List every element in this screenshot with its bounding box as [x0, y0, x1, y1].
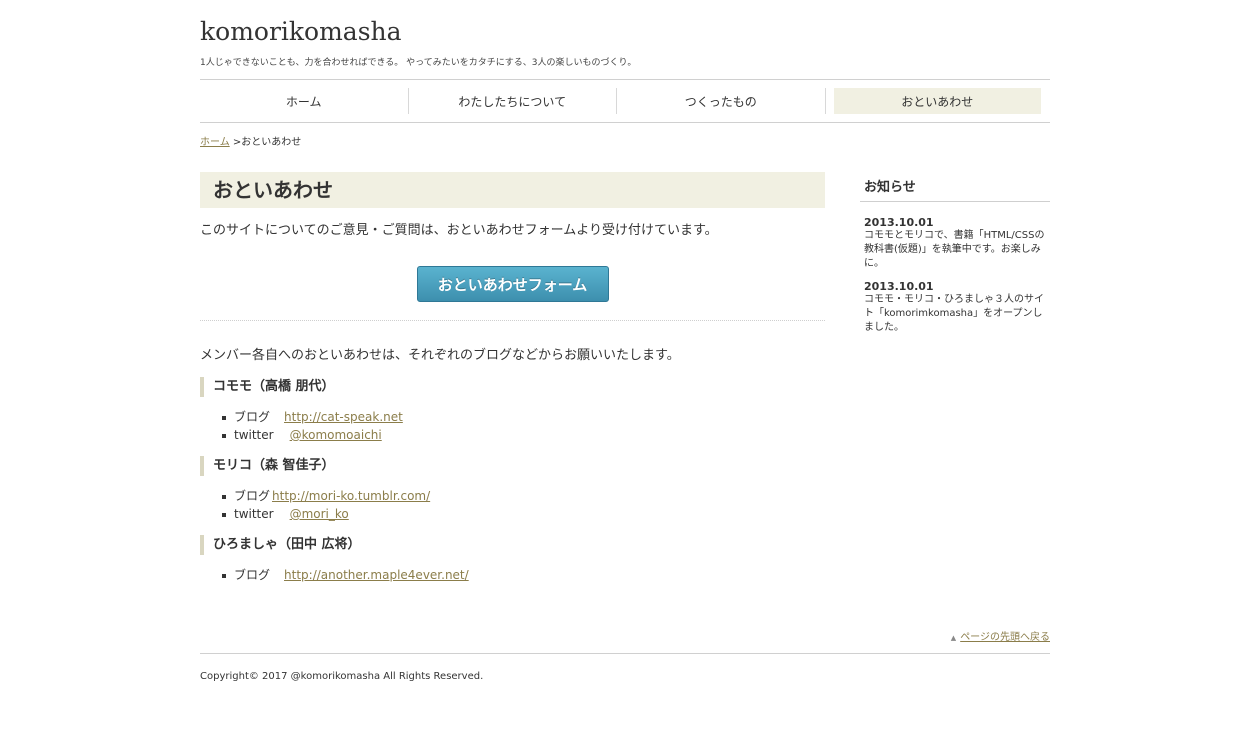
news-heading: お知らせ — [860, 176, 1050, 202]
link-label: ブログ — [234, 568, 271, 582]
form-button-row: おといあわせフォーム — [200, 266, 825, 302]
sidebar: お知らせ 2013.10.01 コモモとモリコで、書籍「HTML/CSSの教科書… — [860, 176, 1050, 344]
news-text: コモモとモリコで、書籍「HTML/CSSの教科書(仮題)」を執筆中です。お楽しみ… — [864, 230, 1045, 269]
news-text: コモモ・モリコ・ひろましゃ３人のサイト「komorimkomasha」をオープン… — [864, 294, 1044, 333]
member-links-moriko: ブログ http://mori-ko.tumblr.com/ twitter @mo… — [222, 487, 825, 523]
news-date: 2013.10.01 — [864, 216, 934, 229]
list-item: ブログ http://mori-ko.tumblr.com/ — [222, 487, 825, 505]
link-label: ブログ — [234, 410, 271, 424]
nav-item-about[interactable]: わたしたちについて — [407, 88, 617, 114]
link-label: twitter — [234, 428, 274, 442]
link-label: ブログ — [234, 489, 271, 503]
contact-intro-text: このサイトについてのご意見・ご質問は、おといあわせフォームより受け付けています。 — [200, 223, 718, 238]
member-heading-moriko: モリコ（森 智佳子） — [200, 456, 825, 476]
twitter-link-moriko[interactable]: @mori_ko — [290, 507, 349, 521]
list-item: ブログ http://cat-speak.net — [222, 408, 825, 426]
site-tagline: 1人じゃできないことも、力を合わせればできる。 やってみたいをカタチにする、3人… — [200, 58, 637, 68]
triangle-up-icon: ▲ — [950, 634, 957, 642]
news-item: 2013.10.01 コモモ・モリコ・ひろましゃ３人のサイト「komorimko… — [864, 280, 1050, 335]
nav-item-contact[interactable]: おといあわせ — [833, 88, 1041, 114]
contact-form-button[interactable]: おといあわせフォーム — [416, 266, 609, 302]
blog-link-hiromasha[interactable]: http://another.maple4ever.net/ — [284, 568, 469, 582]
link-label: twitter — [234, 507, 274, 521]
main-content: おといあわせ このサイトについてのご意見・ご質問は、おといあわせフォームより受け… — [200, 172, 825, 584]
breadcrumb-home-link[interactable]: ホーム — [200, 137, 230, 148]
back-to-top-link[interactable]: ページの先頭へ戻る — [960, 632, 1050, 643]
global-nav: ホーム わたしたちについて つくったもの おといあわせ — [200, 79, 1050, 123]
list-item: twitter @komomoaichi — [222, 426, 825, 444]
back-to-top: ▲ ページの先頭へ戻る — [951, 628, 1050, 643]
page-title: おといあわせ — [200, 172, 825, 208]
nav-item-home[interactable]: ホーム — [200, 88, 408, 114]
nav-divider — [824, 88, 826, 114]
blog-link-moriko[interactable]: http://mori-ko.tumblr.com/ — [272, 489, 430, 503]
member-links-hiromasha: ブログ http://another.maple4ever.net/ — [222, 566, 825, 584]
list-item: twitter @mori_ko — [222, 505, 825, 523]
member-heading-komomo: コモモ（高橋 朋代） — [200, 377, 825, 397]
nav-item-works[interactable]: つくったもの — [616, 88, 825, 114]
twitter-link-komomo[interactable]: @komomoaichi — [290, 428, 382, 442]
member-links-komomo: ブログ http://cat-speak.net twitter @komomoai… — [222, 408, 825, 444]
breadcrumb-current: >おといあわせ — [232, 137, 302, 148]
list-item: ブログ http://another.maple4ever.net/ — [222, 566, 825, 584]
news-date: 2013.10.01 — [864, 280, 934, 293]
news-list: 2013.10.01 コモモとモリコで、書籍「HTML/CSSの教科書(仮題)」… — [860, 216, 1050, 335]
members-intro-text: メンバー各自へのおといあわせは、それぞれのブログなどからお願いいたします。 — [200, 348, 680, 363]
blog-link-komomo[interactable]: http://cat-speak.net — [284, 410, 403, 424]
site-title[interactable]: komorikomasha — [200, 17, 402, 46]
breadcrumb: ホーム >おといあわせ — [200, 133, 301, 148]
dotted-divider — [200, 320, 825, 321]
news-item: 2013.10.01 コモモとモリコで、書籍「HTML/CSSの教科書(仮題)」… — [864, 216, 1050, 271]
copyright-text: Copyright© 2017 @komorikomasha All Right… — [200, 671, 484, 682]
member-heading-hiromasha: ひろましゃ（田中 広将） — [200, 535, 825, 555]
footer-divider — [200, 653, 1050, 654]
